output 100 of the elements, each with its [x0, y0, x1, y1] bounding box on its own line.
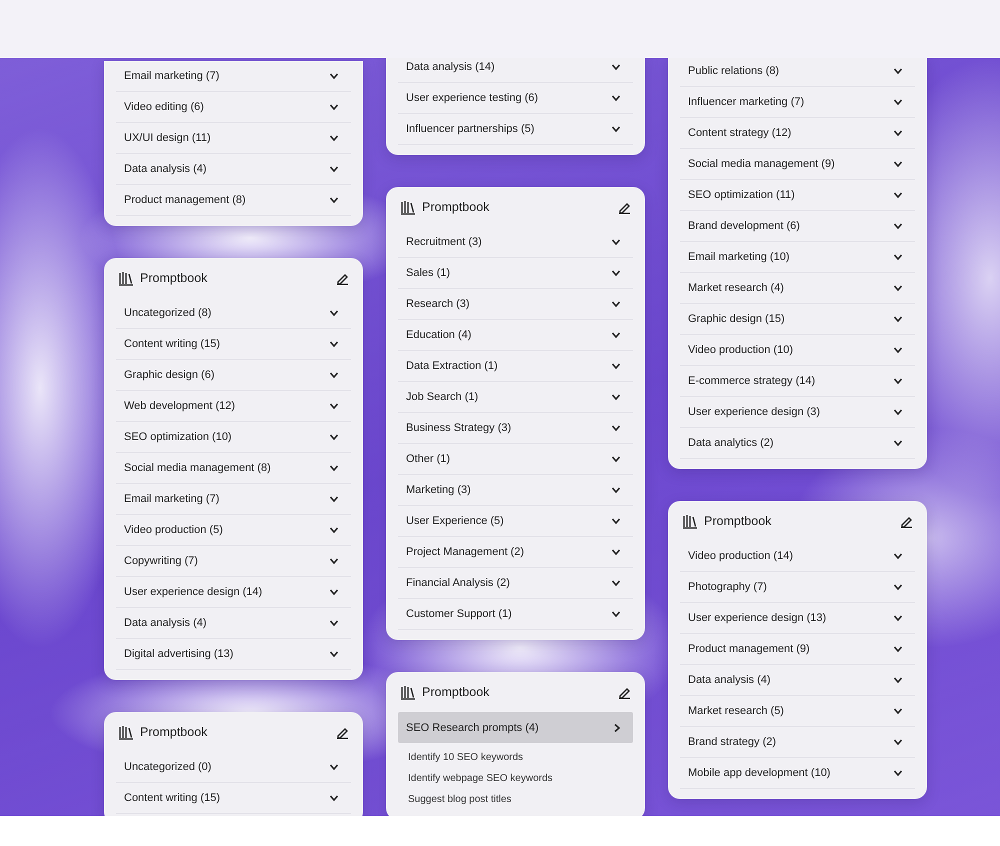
chevron-down-icon	[611, 579, 621, 587]
folder-row[interactable]: Marketing (3)	[398, 475, 633, 506]
folder-row[interactable]: UX/UI design (11)	[116, 123, 351, 154]
folder-row[interactable]: Brand strategy (2)	[680, 727, 915, 758]
chevron-down-icon	[893, 284, 903, 292]
pencil-icon	[336, 726, 349, 738]
folder-row[interactable]: Financial Analysis (2)	[398, 568, 633, 599]
folder-row[interactable]: User experience design (14)	[116, 577, 351, 608]
folder-row[interactable]: Graphic design (15)	[680, 304, 915, 335]
books-icon	[682, 513, 698, 529]
folder-row[interactable]: SEO optimization (10)	[116, 422, 351, 453]
folder-row[interactable]: Digital advertising (13)	[116, 639, 351, 670]
folder-row[interactable]: Social media management (8)	[116, 453, 351, 484]
folder-row[interactable]: Public relations (8)	[680, 58, 915, 87]
folder-row[interactable]: Email marketing (7)	[116, 61, 351, 92]
chevron-down-icon	[893, 67, 903, 75]
chevron-down-icon	[329, 72, 339, 80]
chevron-down-icon	[893, 439, 903, 447]
chevron-down-icon	[893, 738, 903, 746]
folder-row[interactable]: Video editing (6)	[116, 92, 351, 123]
edit-button[interactable]	[618, 686, 631, 698]
edit-button[interactable]	[618, 200, 631, 214]
chevron-down-icon	[329, 650, 339, 658]
prompt-item[interactable]: Identify webpage SEO keywords	[398, 768, 633, 789]
chevron-down-icon	[329, 588, 339, 596]
folder-row[interactable]: Data analysis (4)	[116, 154, 351, 185]
folder-row[interactable]: Research (3)	[398, 289, 633, 320]
chevron-down-icon	[329, 309, 339, 317]
chevron-down-icon	[893, 315, 903, 323]
chevron-down-icon	[893, 222, 903, 230]
folder-row[interactable]: Education (4)	[398, 320, 633, 351]
folder-row[interactable]: Influencer partnerships (5)	[398, 114, 633, 145]
folder-row[interactable]: Brand development (6)	[680, 211, 915, 242]
card-title: Promptbook	[140, 725, 208, 739]
folder-row[interactable]: Business Strategy (3)	[398, 413, 633, 444]
chevron-down-icon	[893, 552, 903, 560]
books-icon	[400, 199, 416, 215]
folder-row[interactable]: Product management (9)	[680, 634, 915, 665]
folder-row[interactable]: SEO optimization (11)	[680, 180, 915, 211]
folder-row[interactable]: User experience testing (6)	[398, 83, 633, 114]
folder-row[interactable]: Job Search (1)	[398, 382, 633, 413]
chevron-down-icon	[893, 676, 903, 684]
chevron-down-icon	[893, 707, 903, 715]
chevron-down-icon	[329, 794, 339, 802]
chevron-down-icon	[893, 98, 903, 106]
folder-row[interactable]: Mobile app development (10)	[680, 758, 915, 789]
folder-row[interactable]: Data analysis (14)	[398, 58, 633, 83]
chevron-down-icon	[893, 769, 903, 777]
folder-row[interactable]: Recruitment (3)	[398, 227, 633, 258]
card-title: Promptbook	[140, 271, 208, 285]
chevron-down-icon	[893, 645, 903, 653]
folder-row[interactable]: SEO Research prompts (4)	[398, 712, 633, 743]
folder-row[interactable]: Graphic design (6)	[116, 360, 351, 391]
folder-row[interactable]: User experience design (3)	[680, 397, 915, 428]
folder-row[interactable]: Email marketing (7)	[116, 484, 351, 515]
folder-row[interactable]: User Experience (5)	[398, 506, 633, 537]
chevron-down-icon	[611, 455, 621, 463]
folder-row[interactable]: Sales (1)	[398, 258, 633, 289]
chevron-down-icon	[329, 464, 339, 472]
folder-row[interactable]: Copywriting (7)	[116, 546, 351, 577]
folder-row[interactable]: Photography (7)	[680, 572, 915, 603]
folder-row[interactable]: Video production (5)	[116, 515, 351, 546]
pencil-icon	[900, 514, 913, 528]
folder-row[interactable]: Influencer marketing (7)	[680, 87, 915, 118]
folder-row[interactable]: Video production (10)	[680, 335, 915, 366]
chevron-right-icon	[613, 722, 621, 732]
folder-row[interactable]: Customer Support (1)	[398, 599, 633, 630]
chevron-down-icon	[611, 63, 621, 71]
folder-row[interactable]: Web development (12)	[116, 391, 351, 422]
folder-row[interactable]: E-commerce strategy (14)	[680, 366, 915, 397]
folder-row[interactable]: Project Management (2)	[398, 537, 633, 568]
edit-button[interactable]	[900, 514, 913, 528]
folder-row[interactable]: Data analysis (4)	[116, 608, 351, 639]
folder-row[interactable]: Data analysis (4)	[680, 665, 915, 696]
edit-button[interactable]	[336, 726, 349, 738]
folder-row[interactable]: Market research (5)	[680, 696, 915, 727]
folder-row[interactable]: Data Extraction (1)	[398, 351, 633, 382]
folder-row[interactable]: Email marketing (10)	[680, 242, 915, 273]
chevron-down-icon	[611, 486, 621, 494]
folder-row[interactable]: Video production (14)	[680, 541, 915, 572]
edit-button[interactable]	[336, 272, 349, 284]
prompt-item[interactable]: Identify 10 SEO keywords	[398, 747, 633, 768]
chevron-down-icon	[329, 340, 339, 348]
pencil-icon	[618, 686, 631, 698]
chevron-down-icon	[329, 196, 339, 204]
folder-row[interactable]: Product management (8)	[116, 185, 351, 216]
folder-row[interactable]: Content writing (15)	[116, 783, 351, 814]
folder-row[interactable]: Social media management (9)	[680, 149, 915, 180]
chevron-down-icon	[893, 583, 903, 591]
folder-row[interactable]: Uncategorized (8)	[116, 298, 351, 329]
folder-row[interactable]: Uncategorized (0)	[116, 752, 351, 783]
pencil-icon	[336, 272, 349, 284]
folder-row[interactable]: Other (1)	[398, 444, 633, 475]
folder-row[interactable]: Content strategy (12)	[680, 118, 915, 149]
folder-row[interactable]: Market research (4)	[680, 273, 915, 304]
folder-row[interactable]: User experience design (13)	[680, 603, 915, 634]
folder-row[interactable]: Content writing (15)	[116, 329, 351, 360]
folder-row[interactable]: Data analytics (2)	[680, 428, 915, 459]
card-title: Promptbook	[422, 685, 490, 699]
prompt-item[interactable]: Suggest blog post titles	[398, 789, 633, 810]
